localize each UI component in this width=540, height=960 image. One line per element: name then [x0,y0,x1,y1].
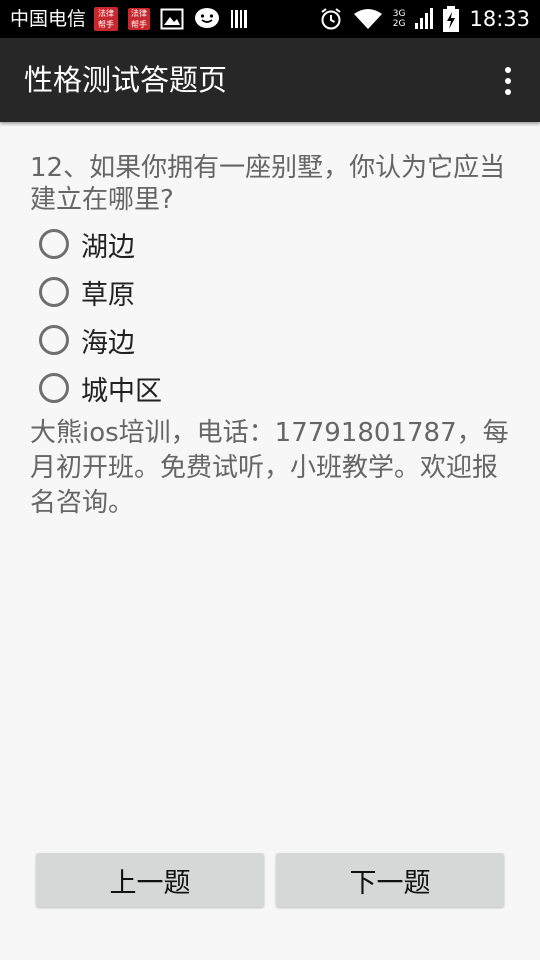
answer-option-label: 湖边 [81,231,135,263]
network-type-top: 3G [392,9,406,19]
chat-bubble-icon [195,8,220,28]
barcode-icon [231,10,248,28]
status-right: 3G 2G 18:33 [319,0,530,38]
radio-button[interactable] [39,229,69,259]
answer-option-label: 城中区 [81,375,162,407]
overflow-menu-icon[interactable] [498,67,518,95]
law-app-icon: 法律 帮手 [128,8,151,30]
previous-question-button[interactable]: 上一题 [36,853,264,907]
question-text: 12、如果你拥有一座别墅，你认为它应当建立在哪里? [30,153,506,215]
answer-option-label: 海边 [81,327,135,359]
carrier-name: 中国电信 [10,8,87,30]
menu-dot [505,89,511,95]
network-type-bottom: 2G [392,19,406,29]
law-app-icon: 法律 帮手 [94,7,119,31]
answer-option-2[interactable]: 草原 [30,268,510,316]
next-question-button[interactable]: 下一题 [276,853,504,907]
page-title: 性格测试答题页 [24,63,228,97]
menu-dot [505,67,511,73]
notification-icons: 法律 帮手 法律 帮手 [94,7,250,31]
radio-button[interactable] [39,277,69,307]
menu-dot [505,78,511,84]
answer-option-1[interactable]: 湖边 [30,220,510,268]
answer-option-label: 草原 [81,279,135,311]
answer-option-3[interactable]: 海边 [30,316,510,364]
network-type: 3G 2G [393,9,406,29]
image-icon [160,8,184,30]
status-bar: 中国电信 法律 帮手 法律 帮手 3G 2G 18:33 [0,0,540,38]
advertisement-text: 大熊ios培训，电话：17791801787，每月初开班。免费试听，小班教学。欢… [30,418,509,518]
signal-icon [415,8,434,29]
radio-button[interactable] [39,373,69,403]
radio-button[interactable] [39,325,69,355]
clock: 18:33 [469,7,530,31]
alarm-icon [321,8,341,30]
quiz-content: 12、如果你拥有一座别墅，你认为它应当建立在哪里? 湖边 草原 海边 城中区 大… [30,152,510,521]
wifi-icon [353,9,382,29]
answer-options: 湖边 草原 海边 城中区 [30,220,510,412]
battery-charging-icon [443,6,460,32]
answer-option-4[interactable]: 城中区 [30,364,510,412]
app-bar: 性格测试答题页 [0,38,540,122]
